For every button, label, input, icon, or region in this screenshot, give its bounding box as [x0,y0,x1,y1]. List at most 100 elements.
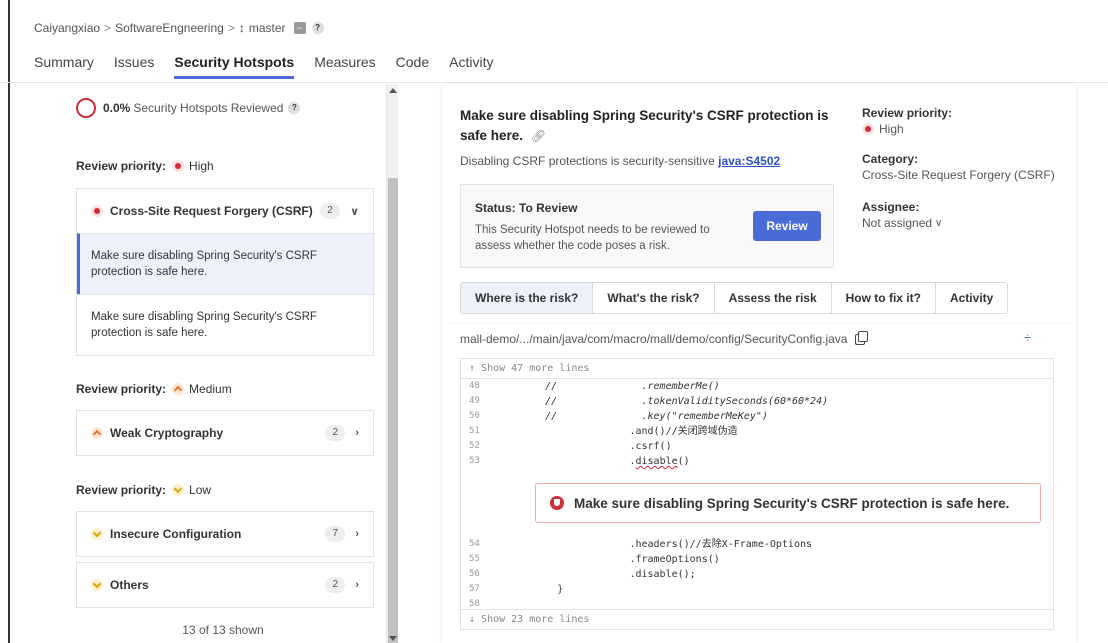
code-line: 51 .and()//关闭跨域伪造 [461,424,1053,439]
copy-icon[interactable] [855,330,869,345]
line-number: 55 [469,554,480,564]
code-text-prefix: . [497,456,636,467]
tab-summary[interactable]: Summary [34,54,94,79]
help-icon[interactable]: ? [311,22,324,34]
issue-highlight[interactable]: disable [635,456,677,467]
hotspot-item[interactable]: Make sure disabling Spring Security's CS… [77,294,373,355]
breadcrumb-org[interactable]: Caiyangxiao [34,21,100,35]
tab-code[interactable]: Code [396,54,429,79]
tab-whats-the-risk[interactable]: What's the risk? [593,283,715,313]
meta-label: Assignee: [862,200,920,214]
code-line: 55 .frameOptions() [461,552,1053,567]
assignee-dropdown[interactable]: Not assigned ∨ [862,216,942,230]
line-number: 48 [469,381,480,391]
issue-message-box: Make sure disabling Spring Security's CS… [535,483,1041,523]
category-header-others[interactable]: Others 2 › [77,563,373,607]
branch-type-icon: − [293,22,306,34]
reviewed-percent: 0.0% [103,101,131,115]
breadcrumb-separator: > [227,21,235,35]
line-number: 50 [469,411,480,421]
hotspot-detail-header: Make sure disabling Spring Security's CS… [442,84,1076,324]
code-line: 56 .disable(); [461,567,1053,582]
progress-ring-icon [76,98,96,118]
branch-icon: ↕ [238,21,245,35]
hotspot-list-panel: 0.0% Security Hotspots Reviewed ? Review… [60,84,386,643]
tab-security-hotspots[interactable]: Security Hotspots [174,54,295,79]
hotspot-item-label: Make sure disabling Spring Security's CS… [91,311,317,339]
scroll-thumb[interactable] [388,178,398,643]
reviewed-progress: 0.0% Security Hotspots Reviewed ? [76,98,301,118]
meta-review-priority: Review priority: High [862,106,952,136]
scroll-down-icon[interactable] [389,636,397,641]
hotspot-title-text: Make sure disabling Spring Security's CS… [460,108,829,143]
category-group-insecure-configuration: Insecure Configuration 7 › [76,511,374,557]
expand-down-icon: ↓ [469,614,482,625]
line-number: 54 [469,539,480,549]
link-icon[interactable]: 🔗︎ [531,129,546,143]
show-more-label: Show 23 more lines [481,614,590,625]
priority-heading-medium: Review priority: Medium [76,382,232,396]
tab-issues[interactable]: Issues [114,54,154,79]
category-value: Cross-Site Request Forgery (CSRF) [862,168,1055,182]
priority-label: Review priority: [76,483,167,497]
priority-value: Medium [189,382,232,396]
line-number: 51 [469,426,480,436]
review-button[interactable]: Review [753,211,821,241]
code-text: .csrf() [497,441,672,452]
breadcrumb-project[interactable]: SoftwareEngneering [115,21,224,35]
count-badge: 2 [320,203,341,219]
tab-activity[interactable]: Activity [935,283,1008,313]
chevron-down-icon: ∨ [935,217,943,229]
low-priority-icon [91,528,103,540]
category-header-csrf[interactable]: Cross-Site Request Forgery (CSRF) 2 ∨ [77,189,373,233]
rule-link[interactable]: java:S4502 [718,154,780,168]
code-snippet: ↑ Show 47 more lines 48 // .rememberMe()… [460,358,1054,630]
breadcrumb-branch[interactable]: master [249,21,286,35]
code-text: // .rememberMe() [497,381,720,392]
meta-label: Review priority: [862,106,953,120]
review-priority-value: High [879,122,904,136]
category-header-weak-cryptography[interactable]: Weak Cryptography 2 › [77,411,373,455]
priority-label: Review priority: [76,159,167,173]
expand-up-icon: ↑ [469,363,482,374]
priority-heading-low: Review priority: Low [76,483,211,497]
tab-where-is-the-risk[interactable]: Where is the risk? [461,283,594,313]
tab-measures[interactable]: Measures [314,54,375,79]
priority-value: Low [189,483,212,497]
category-name: Insecure Configuration [110,527,242,541]
help-icon[interactable]: ? [288,102,301,114]
code-text: .frameOptions() [497,554,720,565]
show-more-lines-bottom[interactable]: ↓ Show 23 more lines [461,609,1053,629]
chevron-right-icon: › [355,427,359,439]
code-line-issue: 53 .disable() [461,454,1053,469]
code-text: .disable(); [497,569,696,580]
category-name: Weak Cryptography [110,426,224,440]
reviewed-label: Security Hotspots Reviewed [133,101,284,115]
hotspot-title: Make sure disabling Spring Security's CS… [460,106,840,146]
tabs-divider [0,82,1108,83]
hotspot-item[interactable]: Make sure disabling Spring Security's CS… [77,233,373,294]
status-label: Status: To Review [475,201,578,215]
high-priority-icon [172,160,185,172]
scroll-up-icon[interactable] [389,88,397,93]
tab-assess-the-risk[interactable]: Assess the risk [714,283,832,313]
code-text: .headers()//去除X-Frame-Options [497,539,813,550]
line-number: 56 [469,569,480,579]
shield-icon [550,496,564,510]
priority-value: High [189,159,214,173]
tab-activity[interactable]: Activity [449,54,493,79]
show-more-lines-top[interactable]: ↑ Show 47 more lines [461,359,1053,379]
status-description: This Security Hotspot needs to be review… [475,224,710,252]
expand-icon[interactable]: ÷ [1024,330,1031,345]
code-text: .and()//关闭跨域伪造 [497,426,738,437]
count-badge: 7 [325,526,346,542]
code-line: 49 // .tokenValiditySeconds(60*60*24) [461,394,1053,409]
list-scrollbar[interactable] [386,84,398,643]
category-name: Others [110,578,149,592]
category-header-insecure-configuration[interactable]: Insecure Configuration 7 › [77,512,373,556]
meta-category: Category: Cross-Site Request Forgery (CS… [862,152,1055,182]
code-text: // .tokenValiditySeconds(60*60*24) [497,396,829,407]
hotspot-item-label: Make sure disabling Spring Security's CS… [91,250,317,278]
tab-how-to-fix-it[interactable]: How to fix it? [831,283,936,313]
high-priority-icon [91,205,103,217]
